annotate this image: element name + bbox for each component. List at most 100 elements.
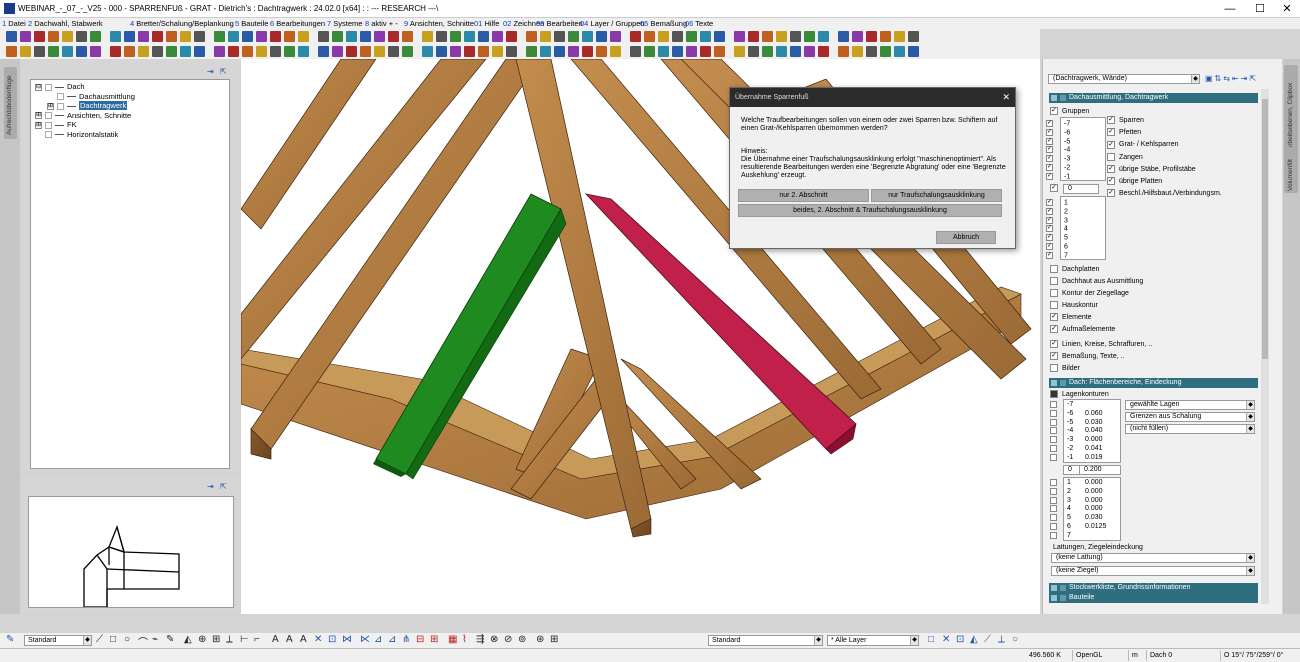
toolbar-button[interactable] <box>284 31 295 42</box>
toolbar-button[interactable] <box>880 46 891 57</box>
menu-item-5[interactable]: 7 Systeme <box>327 18 362 29</box>
toolbar-button[interactable] <box>48 31 59 42</box>
toolbar-button[interactable] <box>526 31 537 42</box>
pen-icon[interactable]: ✎ <box>6 634 14 645</box>
bottom-tool-icon[interactable]: ⊕ <box>198 634 206 645</box>
toolbar-button[interactable] <box>228 46 239 57</box>
section-dachtragwerk[interactable]: Dachausmittlung, Dachtragwerk <box>1049 93 1258 103</box>
toolbar-button[interactable] <box>838 31 849 42</box>
close-button[interactable]: ✕ <box>1272 0 1300 18</box>
bottom-tool-icon[interactable]: A <box>286 634 293 645</box>
lage-checkbox[interactable] <box>1050 479 1057 486</box>
bottom-tool-icon[interactable]: ⊿ <box>388 634 396 645</box>
group-item[interactable]: ✓ 4 <box>1046 225 1068 233</box>
lage-checkbox-row[interactable] <box>1050 496 1060 505</box>
section-bauteile[interactable]: Bauteile <box>1049 593 1258 603</box>
member-checkbox[interactable]: ✓ <box>1107 164 1115 173</box>
menu-item-4[interactable]: 6 Bearbeitungen <box>270 18 325 29</box>
member-checkbox[interactable]: ✓ <box>1107 189 1115 198</box>
toolbar-button[interactable] <box>894 46 905 57</box>
layer-select[interactable]: * Alle Layer ◆ <box>827 635 919 646</box>
toolbar-button[interactable] <box>124 46 135 57</box>
bottom-tool-icon[interactable]: ⌐ <box>254 634 260 645</box>
toolbar-button[interactable] <box>630 31 641 42</box>
lagen-button-0[interactable]: gewählte Lagen ◆ <box>1125 400 1255 410</box>
member-checkbox[interactable] <box>1107 152 1115 161</box>
bottom-tool-icon[interactable]: ◭ <box>184 634 192 645</box>
member-filter-4[interactable]: ✓ übrige Stäbe, Profilstäbe <box>1107 164 1196 174</box>
tree-node-ansichten-schnitte[interactable]: ⊞ Ansichten, Schnitte <box>35 111 131 120</box>
tab-volumenfilter[interactable]: Volumenfilt <box>1284 147 1298 193</box>
snap-tool-icon[interactable]: ✕ <box>942 634 950 645</box>
lage-checkbox[interactable] <box>1050 445 1057 452</box>
bottom-tool-icon[interactable]: ⌒ <box>138 634 148 649</box>
toolbar-button[interactable] <box>138 31 149 42</box>
toolbar-button[interactable] <box>818 46 829 57</box>
bottom-tool-icon[interactable]: ✕ <box>314 634 322 645</box>
toolbar-button[interactable] <box>332 31 343 42</box>
group-zero-field[interactable]: 0 <box>1063 184 1099 194</box>
toolbar-button[interactable] <box>478 46 489 57</box>
toolbar-button[interactable] <box>214 46 225 57</box>
toolbar-button[interactable] <box>790 46 801 57</box>
toolbar-button[interactable] <box>714 46 725 57</box>
lage-checkbox[interactable] <box>1050 401 1057 408</box>
group-item[interactable]: ✓ 5 <box>1046 234 1068 242</box>
tree-node-dachtragwerk[interactable]: ⊞ Dachtragwerk <box>47 101 128 110</box>
option-checkbox[interactable] <box>1050 265 1058 274</box>
menu-item-2[interactable]: 4 Bretter/Schalung/Beplankung <box>130 18 234 29</box>
toolbar-button[interactable] <box>110 31 121 42</box>
bottom-tool-icon[interactable]: A <box>272 634 279 645</box>
tree-expand-icon[interactable]: ⊞ <box>35 121 42 129</box>
lage-checkbox-row[interactable] <box>1050 531 1060 540</box>
toolbar-button[interactable] <box>138 46 149 57</box>
toolbar-button[interactable] <box>332 46 343 57</box>
panel-scrollbar[interactable] <box>1261 89 1269 604</box>
group-checkbox[interactable]: ✓ <box>1046 225 1053 233</box>
lage-checkbox[interactable] <box>1050 487 1057 495</box>
section-stockwerke[interactable]: Stockwerkliste, Grundrissinformationen <box>1049 583 1258 593</box>
toolbar-button[interactable] <box>256 31 267 42</box>
toolbar-button[interactable] <box>644 46 655 57</box>
section-flaechenbereiche[interactable]: Dach: Flächenbereiche, Eindeckung <box>1049 378 1258 388</box>
toolbar-button[interactable] <box>818 31 829 42</box>
menu-item-7[interactable]: 9 Ansichten, Schnitte <box>404 18 474 29</box>
toolbar-button[interactable] <box>6 46 17 57</box>
tree-node-checkbox[interactable] <box>57 102 64 110</box>
toolbar-button[interactable] <box>700 46 711 57</box>
group-item[interactable]: ✓ -1 <box>1046 172 1070 181</box>
toolbar-button[interactable] <box>554 31 565 42</box>
lage-checkbox[interactable] <box>1050 505 1057 513</box>
lage-checkbox-row[interactable] <box>1050 523 1060 531</box>
menu-item-0[interactable]: 1 Datei <box>2 18 26 29</box>
toolbar-button[interactable] <box>180 31 191 42</box>
member-checkbox[interactable]: ✓ <box>1107 177 1115 186</box>
snap-tool-icon[interactable]: ⟂ <box>998 634 1005 645</box>
toolbar-button[interactable] <box>360 31 371 42</box>
toolbar-button[interactable] <box>270 31 281 42</box>
only-second-section-button[interactable]: nur 2. Abschnitt <box>738 189 869 202</box>
bottom-tool-icon[interactable]: A <box>300 634 307 645</box>
toolbar-button[interactable] <box>644 31 655 42</box>
lage-checkbox[interactable] <box>1050 427 1057 435</box>
group-checkbox[interactable]: ✓ <box>1046 137 1053 145</box>
tree-node-dachausmittlung[interactable]: Dachausmittlung <box>47 92 135 101</box>
display-option-3[interactable]: Hauskontur <box>1050 301 1098 310</box>
toolbar-button[interactable] <box>90 46 101 57</box>
pin-icon[interactable]: ⇥ <box>207 482 214 491</box>
group-item[interactable]: ✓ -5 <box>1046 137 1070 146</box>
snap-tool-icon[interactable]: ◭ <box>970 634 978 645</box>
toolbar-button[interactable] <box>242 31 253 42</box>
toolbar-button[interactable] <box>360 46 371 57</box>
toolbar-button[interactable] <box>436 31 447 42</box>
bottom-tool-icon[interactable]: ⊞ <box>430 634 438 645</box>
toolbar-button[interactable] <box>194 46 205 57</box>
display-option-2[interactable]: Kontur der Ziegellage <box>1050 289 1129 298</box>
toolbar-button[interactable] <box>464 31 475 42</box>
bottom-tool-icon[interactable]: ⊛ <box>536 634 544 645</box>
tab-arbeitsebenen[interactable]: Arbeitsebenen, Clipbox <box>1284 65 1298 153</box>
bottom-tool-icon[interactable]: ⋈ <box>342 634 352 645</box>
lage-checkbox-row[interactable] <box>1050 453 1060 462</box>
display-option-6[interactable]: ✓ Linien, Kreise, Schraffuren, .. <box>1050 340 1152 349</box>
toolbar-button[interactable] <box>734 46 745 57</box>
